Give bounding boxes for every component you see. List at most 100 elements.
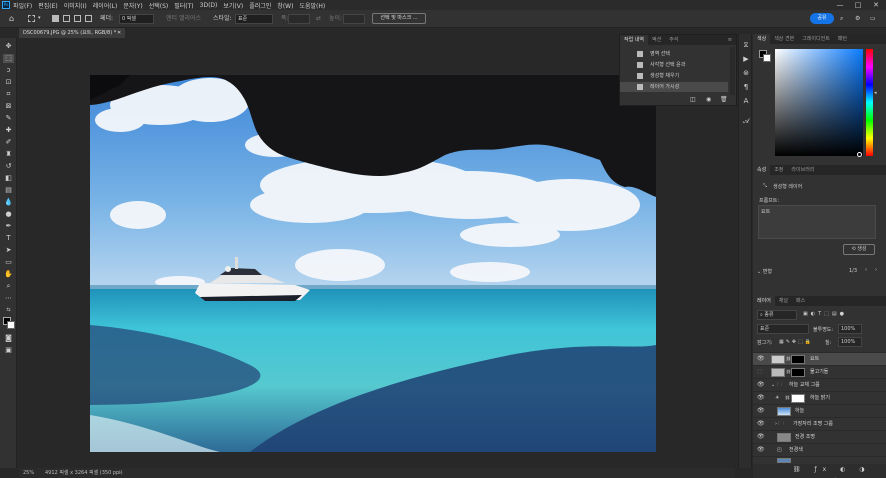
document-tab[interactable]: DSC00679.JPG @ 25% (요트, RGB/8) * ✕ (19, 28, 125, 38)
layer-row-fish[interactable]: ▢ ⛓ 물고기들 (753, 365, 886, 378)
swap-icon[interactable]: ⇄ (316, 13, 321, 24)
menu-plugins[interactable]: 플러그인 (249, 1, 271, 10)
character-panel-icon[interactable]: A (741, 96, 751, 106)
height-input[interactable] (343, 14, 365, 24)
width-input[interactable] (288, 14, 310, 24)
rectangular-marquee-tool-icon[interactable]: ⬚ (3, 54, 14, 63)
layer-row-foreground-color[interactable]: 👁 ◰ 전경색 (753, 443, 886, 456)
menu-image[interactable]: 이미지(I) (64, 1, 87, 10)
crop-tool-icon[interactable]: ⌗ (3, 90, 14, 99)
select-and-mask-button[interactable]: 선택 및 마스크 ... (372, 13, 426, 24)
fill-input[interactable]: 100% (838, 337, 862, 347)
dodge-tool-icon[interactable]: ● (3, 210, 14, 219)
blur-tool-icon[interactable]: 💧 (3, 198, 14, 207)
home-icon[interactable]: ⌂ (9, 13, 14, 24)
color-field[interactable] (775, 49, 863, 156)
tab-libraries[interactable]: 라이브러리 (787, 165, 818, 175)
close-tab-icon[interactable]: ✕ (117, 28, 121, 38)
quick-mask-icon[interactable]: ◙ (3, 334, 14, 343)
gear-icon[interactable]: ⚙ (855, 13, 860, 24)
menu-3d[interactable]: 3D(D) (200, 2, 218, 9)
brush-tool-icon[interactable]: ✐ (3, 138, 14, 147)
tab-gradients[interactable]: 그레이디언트 (798, 34, 834, 44)
paragraph-panel-icon[interactable]: ¶ (741, 82, 751, 92)
move-tool-icon[interactable]: ✥ (3, 42, 14, 51)
visibility-eye-icon[interactable]: 👁 (757, 431, 765, 443)
group-expand-icon[interactable]: ⌄ 🗀 (771, 379, 782, 391)
tab-swatches[interactable]: 색상 견본 (770, 34, 798, 44)
tab-actions[interactable]: 액션 (648, 35, 665, 45)
history-item[interactable]: 영역 선택 (620, 49, 728, 59)
menu-filter[interactable]: 필터(T) (174, 1, 193, 10)
variants-toggle[interactable]: ⌄ 변형 (757, 268, 772, 275)
frame-tool-icon[interactable]: ⊠ (3, 102, 14, 111)
opacity-input[interactable]: 100% (838, 324, 862, 334)
layers-footer-buttons[interactable]: ⛓ ƒx ◐ ◑ 🗀 ⊞ 🗑 (753, 464, 886, 478)
eyedropper-tool-icon[interactable]: ✎ (3, 114, 14, 123)
share-button[interactable]: 공유 (810, 13, 834, 24)
minimize-button[interactable]: — (832, 0, 848, 10)
rectangle-tool-icon[interactable]: ▭ (3, 258, 14, 267)
tab-patterns[interactable]: 패턴 (834, 34, 851, 44)
style-select[interactable]: 표준 (235, 14, 273, 24)
lock-icons[interactable]: ▦✎✥⬚🔒 (779, 339, 813, 345)
new-selection-icon[interactable] (52, 15, 59, 22)
layer-row-yacht[interactable]: 👁 ⛓ 요트 (753, 352, 886, 365)
antialias-checkbox[interactable]: 앤티 앨리어스 (166, 13, 201, 24)
menu-type[interactable]: 문자(Y) (123, 1, 142, 10)
path-selection-tool-icon[interactable]: ➤ (3, 246, 14, 255)
panel-menu-icon[interactable]: ≡ (724, 35, 736, 45)
menu-help[interactable]: 도움말(H) (299, 1, 325, 10)
visibility-eye-icon[interactable]: 👁 (757, 405, 765, 417)
lasso-tool-icon[interactable]: ↄ (3, 66, 14, 75)
menu-layer[interactable]: 레이어(L) (93, 1, 118, 10)
menu-file[interactable]: 파일(F) (13, 1, 32, 10)
gradient-tool-icon[interactable]: ▤ (3, 186, 14, 195)
tab-history[interactable]: 작업 내역 (620, 35, 648, 45)
pen-tool-icon[interactable]: ✒ (3, 222, 14, 231)
layer-filter-icons[interactable]: ▣◐T⬚▤● (803, 311, 847, 317)
menu-view[interactable]: 보기(V) (223, 1, 243, 10)
tab-adjustments[interactable]: 조정 (770, 165, 787, 175)
background-color-swatch[interactable] (7, 321, 15, 329)
adjustments-panel-icon[interactable]: ⊛ (741, 68, 751, 78)
subtract-selection-icon[interactable] (74, 15, 81, 22)
snapshot-icon[interactable]: ◫ (690, 96, 696, 103)
document-info[interactable]: 4912 픽셀 x 3264 픽셀 (350 ppi) (45, 468, 123, 478)
layer-filter-select[interactable]: ⌕ 종류 (757, 310, 797, 320)
tab-color[interactable]: 색상 (753, 34, 771, 44)
history-item[interactable]: 사각형 선택 윤곽 (620, 60, 728, 70)
intersect-selection-icon[interactable] (85, 15, 92, 22)
previous-variant-icon[interactable]: ‹ (865, 267, 867, 273)
layer-row-sky[interactable]: 👁 하늘 (753, 404, 886, 417)
tab-layers[interactable]: 레이어 (753, 296, 775, 306)
healing-brush-tool-icon[interactable]: ✚ (3, 126, 14, 135)
eraser-tool-icon[interactable]: ◧ (3, 174, 14, 183)
menu-edit[interactable]: 편집(E) (38, 1, 58, 10)
tab-paths[interactable]: 패스 (792, 296, 809, 306)
hue-slider-handle-icon[interactable]: ◂ (874, 90, 877, 96)
history-brush-tool-icon[interactable]: ↺ (3, 162, 14, 171)
actions-panel-icon[interactable]: ▶ (741, 54, 751, 64)
camera-icon[interactable]: ◉ (706, 96, 711, 103)
history-item-selected[interactable]: 레이어 가시성 (620, 82, 728, 92)
menu-window[interactable]: 창(W) (277, 1, 293, 10)
more-tools-icon[interactable]: ⋯ (3, 294, 14, 303)
layer-group-edge-lighting[interactable]: 👁 › 🗀 가장자리 조명 그룹 (753, 417, 886, 430)
background-color-chip[interactable] (763, 54, 771, 62)
zoom-tool-icon[interactable]: ⌕ (3, 282, 14, 291)
glyphs-panel-icon[interactable]: 𝒜 (741, 116, 751, 126)
history-item[interactable]: 생성형 채우기 (620, 71, 728, 81)
zoom-level[interactable]: 25% (23, 468, 34, 478)
add-selection-icon[interactable] (63, 15, 70, 22)
chevron-down-icon[interactable]: ▾ (38, 13, 41, 24)
status-arrow-icon[interactable]: › (119, 468, 121, 478)
layer-row-partial[interactable] (753, 456, 886, 463)
layer-row-foreground-lighting[interactable]: 👁 전경 조명 (753, 430, 886, 443)
trash-icon[interactable]: 🗑 (720, 96, 728, 103)
history-scrollbar[interactable] (730, 47, 735, 95)
close-window-button[interactable]: ✕ (868, 0, 884, 10)
maximize-button[interactable]: □ (850, 0, 866, 10)
workspace-icon[interactable]: ▭ (870, 13, 876, 24)
hand-tool-icon[interactable]: ✋ (3, 270, 14, 279)
